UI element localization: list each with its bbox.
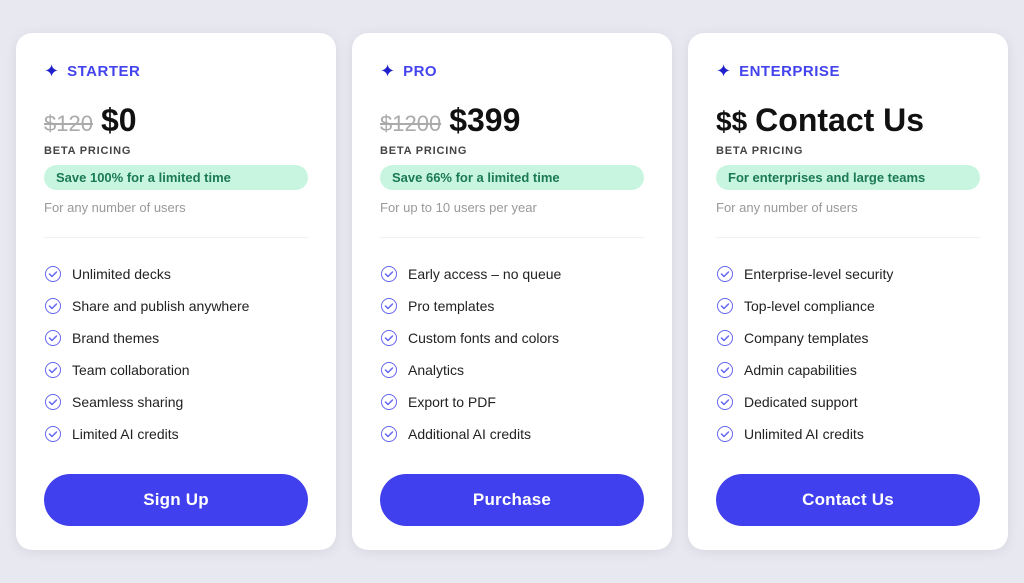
sparkle-icon: ✦ <box>380 61 395 82</box>
check-icon <box>716 361 734 379</box>
feature-text: Brand themes <box>72 330 159 346</box>
plan-description: For up to 10 users per year <box>380 200 644 215</box>
feature-text: Dedicated support <box>744 394 858 410</box>
feature-item: Additional AI credits <box>380 418 644 450</box>
feature-item: Team collaboration <box>44 354 308 386</box>
feature-text: Top-level compliance <box>744 298 875 314</box>
divider <box>44 237 308 238</box>
feature-text: Enterprise-level security <box>744 266 893 282</box>
feature-item: Export to PDF <box>380 386 644 418</box>
beta-label: BETA PRICING <box>380 145 644 157</box>
plan-description: For any number of users <box>44 200 308 215</box>
plan-card-pro: ✦ PRO $1200 $399 BETA PRICING Save 66% for a … <box>352 33 672 550</box>
check-icon <box>380 297 398 315</box>
feature-item: Share and publish anywhere <box>44 290 308 322</box>
check-icon <box>44 393 62 411</box>
cta-button-pro[interactable]: Purchase <box>380 474 644 526</box>
price-row: $120 $0 <box>44 102 308 139</box>
check-icon <box>380 329 398 347</box>
feature-text: Company templates <box>744 330 869 346</box>
cta-button-enterprise[interactable]: Contact Us <box>716 474 980 526</box>
plan-header: ✦ PRO <box>380 61 644 82</box>
feature-text: Team collaboration <box>72 362 190 378</box>
divider <box>716 237 980 238</box>
save-badge: Save 100% for a limited time <box>44 165 308 190</box>
check-icon <box>716 425 734 443</box>
features-list: Enterprise-level security Top-level comp… <box>716 258 980 450</box>
feature-item: Company templates <box>716 322 980 354</box>
plan-card-enterprise: ✦ENTERPRISE$$Contact UsBETA PRICINGFor e… <box>688 33 1008 550</box>
current-price: $0 <box>101 102 137 139</box>
feature-text: Unlimited decks <box>72 266 171 282</box>
feature-item: Top-level compliance <box>716 290 980 322</box>
feature-item: Custom fonts and colors <box>380 322 644 354</box>
feature-item: Limited AI credits <box>44 418 308 450</box>
current-price: Contact Us <box>755 102 924 139</box>
feature-text: Custom fonts and colors <box>408 330 559 346</box>
check-icon <box>380 361 398 379</box>
pricing-container: ✦ STARTER $120 $0 BETA PRICING Save 100% for … <box>16 33 1008 550</box>
plan-name: STARTER <box>67 63 140 80</box>
feature-item: Pro templates <box>380 290 644 322</box>
features-list: Early access – no queue Pro templates Cu… <box>380 258 644 450</box>
current-price: $399 <box>449 102 520 139</box>
feature-text: Analytics <box>408 362 464 378</box>
feature-item: Seamless sharing <box>44 386 308 418</box>
feature-text: Admin capabilities <box>744 362 857 378</box>
save-badge: Save 66% for a limited time <box>380 165 644 190</box>
price-row: $1200 $399 <box>380 102 644 139</box>
plan-name: PRO <box>403 63 437 80</box>
check-icon <box>44 425 62 443</box>
feature-item: Early access – no queue <box>380 258 644 290</box>
beta-label: BETA PRICING <box>716 145 980 157</box>
plan-name: ENTERPRISE <box>739 63 840 80</box>
price-row: $$Contact Us <box>716 102 980 139</box>
check-icon <box>716 329 734 347</box>
beta-label: BETA PRICING <box>44 145 308 157</box>
feature-item: Admin capabilities <box>716 354 980 386</box>
cta-button-starter[interactable]: Sign Up <box>44 474 308 526</box>
features-list: Unlimited decks Share and publish anywhe… <box>44 258 308 450</box>
save-badge: For enterprises and large teams <box>716 165 980 190</box>
original-price: $120 <box>44 111 93 137</box>
check-icon <box>44 361 62 379</box>
plan-header: ✦ ENTERPRISE <box>716 61 980 82</box>
feature-text: Pro templates <box>408 298 494 314</box>
feature-item: Dedicated support <box>716 386 980 418</box>
check-icon <box>716 393 734 411</box>
feature-item: Unlimited AI credits <box>716 418 980 450</box>
plan-header: ✦ STARTER <box>44 61 308 82</box>
feature-text: Export to PDF <box>408 394 496 410</box>
feature-item: Analytics <box>380 354 644 386</box>
sparkle-icon: ✦ <box>716 61 731 82</box>
plan-description: For any number of users <box>716 200 980 215</box>
check-icon <box>44 329 62 347</box>
check-icon <box>380 425 398 443</box>
check-icon <box>380 393 398 411</box>
feature-text: Additional AI credits <box>408 426 531 442</box>
check-icon <box>44 297 62 315</box>
feature-text: Unlimited AI credits <box>744 426 864 442</box>
feature-text: Share and publish anywhere <box>72 298 249 314</box>
feature-item: Enterprise-level security <box>716 258 980 290</box>
plan-card-starter: ✦ STARTER $120 $0 BETA PRICING Save 100% for … <box>16 33 336 550</box>
check-icon <box>44 265 62 283</box>
dollar-sign: $$ <box>716 106 747 138</box>
check-icon <box>380 265 398 283</box>
feature-text: Limited AI credits <box>72 426 179 442</box>
original-price: $1200 <box>380 111 441 137</box>
feature-text: Seamless sharing <box>72 394 183 410</box>
feature-item: Unlimited decks <box>44 258 308 290</box>
divider <box>380 237 644 238</box>
feature-item: Brand themes <box>44 322 308 354</box>
sparkle-icon: ✦ <box>44 61 59 82</box>
check-icon <box>716 297 734 315</box>
check-icon <box>716 265 734 283</box>
feature-text: Early access – no queue <box>408 266 561 282</box>
